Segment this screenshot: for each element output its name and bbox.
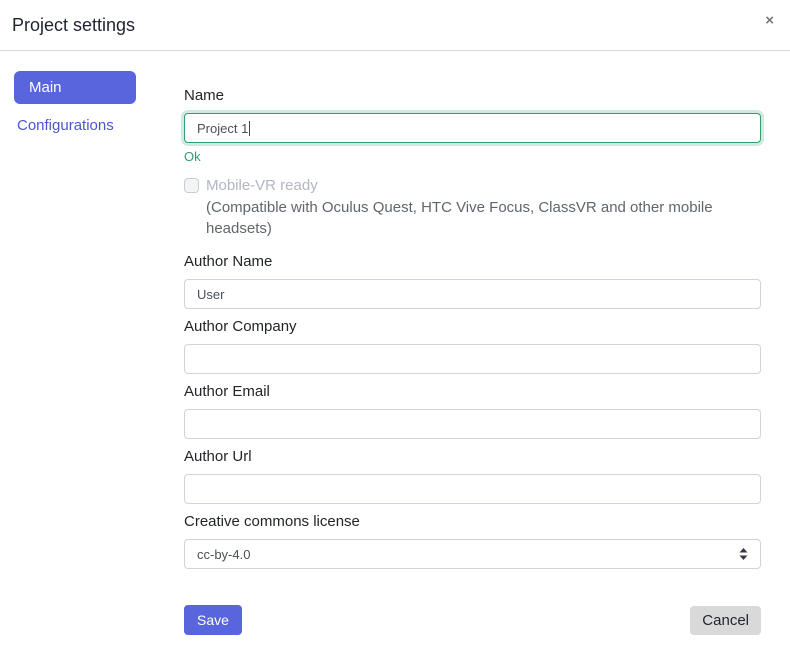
author-url-input[interactable]: [184, 474, 761, 504]
author-name-group: Author Name: [184, 253, 761, 309]
settings-form: Name Project 1 Ok Mobile-VR ready (Compa…: [184, 71, 761, 664]
select-arrows-icon: [739, 548, 748, 560]
name-input[interactable]: Project 1: [184, 113, 761, 143]
author-name-input[interactable]: [184, 279, 761, 309]
mobile-vr-label: Mobile-VR ready: [206, 177, 318, 194]
sidebar-item-configurations[interactable]: Configurations: [14, 117, 114, 134]
name-label: Name: [184, 87, 225, 104]
sidebar: Main Configurations: [14, 71, 136, 664]
author-email-label: Author Email: [184, 383, 270, 400]
mobile-vr-row: Mobile-VR ready: [184, 176, 761, 195]
author-company-group: Author Company: [184, 318, 761, 374]
author-company-label: Author Company: [184, 318, 297, 335]
mobile-vr-checkbox: [184, 178, 199, 193]
close-icon[interactable]: ×: [765, 13, 774, 28]
author-url-label: Author Url: [184, 448, 252, 465]
author-email-input[interactable]: [184, 409, 761, 439]
modal-body: Main Configurations Name Project 1 Ok Mo…: [0, 51, 790, 664]
mobile-vr-group: Mobile-VR ready (Compatible with Oculus …: [184, 176, 761, 239]
sidebar-item-main[interactable]: Main: [14, 71, 136, 104]
license-selected-value: cc-by-4.0: [197, 546, 251, 562]
modal-title: Project settings: [12, 15, 136, 35]
author-name-label: Author Name: [184, 253, 273, 270]
license-select[interactable]: cc-by-4.0: [184, 539, 761, 569]
name-input-value: Project 1: [197, 120, 249, 136]
name-validation-message: Ok: [184, 149, 201, 164]
mobile-vr-help-text: (Compatible with Oculus Quest, HTC Vive …: [206, 199, 713, 237]
author-company-input[interactable]: [184, 344, 761, 374]
license-label: Creative commons license: [184, 513, 360, 530]
name-field-group: Name Project 1 Ok: [184, 87, 761, 164]
save-button[interactable]: Save: [184, 605, 242, 635]
cancel-button[interactable]: Cancel: [690, 605, 761, 635]
modal-header: Project settings ×: [0, 0, 790, 51]
author-url-group: Author Url: [184, 448, 761, 504]
text-cursor: [249, 120, 251, 136]
author-email-group: Author Email: [184, 383, 761, 439]
project-settings-modal: Project settings × Main Configurations N…: [0, 0, 790, 644]
modal-footer: Save Cancel: [184, 605, 761, 664]
license-group: Creative commons license cc-by-4.0: [184, 513, 761, 569]
